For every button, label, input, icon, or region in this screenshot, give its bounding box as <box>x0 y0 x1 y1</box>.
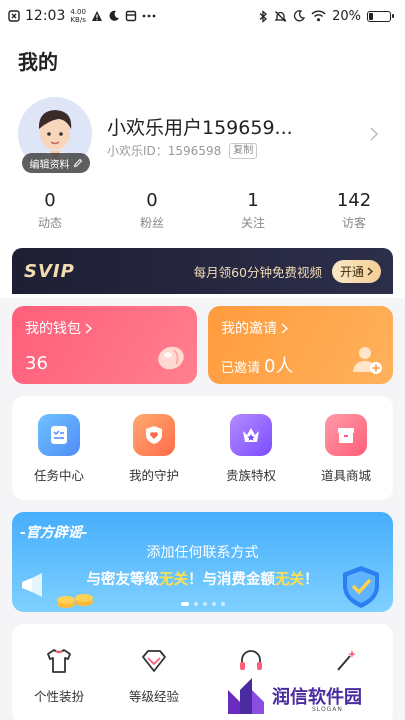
mute-icon <box>274 10 287 23</box>
shield-heart-icon <box>133 414 175 456</box>
svip-logo: SVIP <box>24 260 75 282</box>
watermark: 润信软件园 SLOGAN <box>222 672 392 720</box>
battery-icon <box>367 10 394 22</box>
stat-fans[interactable]: 0 粉丝 <box>112 190 192 231</box>
more-dots-icon <box>142 14 156 18</box>
userid-row: 小欢乐ID：1596598 复制 <box>107 142 258 159</box>
invite-count-row: 已邀请 0人 <box>221 352 293 378</box>
watermark-logo-icon <box>228 678 264 714</box>
svip-promo-text: 每月领60分钟免费视频 <box>193 264 322 280</box>
magic-wand-icon <box>337 650 356 671</box>
diamond-icon <box>142 650 166 672</box>
banner-line-1: 添加任何联系方式 <box>146 545 259 561</box>
wallet-title: 我的钱包 <box>25 321 81 337</box>
service-task-center[interactable]: 任务中心 <box>19 414 99 484</box>
carousel-dots <box>12 602 393 606</box>
service-nobility[interactable]: 贵族特权 <box>211 414 291 484</box>
card-icon <box>125 10 137 22</box>
carousel-dot[interactable] <box>220 602 225 606</box>
tshirt-icon <box>47 649 71 673</box>
invite-card[interactable]: 我的邀请 已邀请 0人 <box>208 306 393 384</box>
task-list-icon <box>38 414 80 456</box>
headset-icon <box>240 650 262 670</box>
service-prop-store[interactable]: 道具商城 <box>306 414 386 484</box>
userid-text: 小欢乐ID：1596598 <box>107 144 222 158</box>
watermark-slogan: SLOGAN <box>312 706 343 713</box>
status-bar: 12:03 4.00 KB/s 20% <box>0 0 405 32</box>
battery-percent: 20% <box>332 8 361 24</box>
svip-open-button[interactable]: 开通 <box>331 259 381 283</box>
coins-icon <box>57 594 93 608</box>
carousel-dot[interactable] <box>180 602 189 606</box>
pencil-icon <box>73 158 83 168</box>
stat-posts[interactable]: 0 动态 <box>10 190 90 231</box>
moon-icon <box>108 10 120 22</box>
service-my-guard[interactable]: 我的守护 <box>114 414 194 484</box>
tool-level[interactable]: 等级经验 <box>114 648 194 705</box>
status-time: 12:03 <box>25 8 66 24</box>
services-grid: 任务中心 我的守护 贵族特权 道具商城 <box>12 396 393 500</box>
svip-banner[interactable]: SVIP 每月领60分钟免费视频 开通 <box>12 248 393 294</box>
stat-visitors[interactable]: 142 访客 <box>314 190 394 231</box>
moon-icon-right <box>293 10 306 22</box>
banner-tag: -官方辟谣- <box>20 525 88 541</box>
copy-id-button[interactable]: 复制 <box>229 142 258 159</box>
crown-icon <box>230 414 272 456</box>
wifi-icon <box>311 10 326 22</box>
carousel-dot[interactable] <box>193 602 198 606</box>
bean-coin-icon <box>158 346 184 370</box>
official-notice-banner[interactable]: -官方辟谣- 添加任何联系方式 与密友等级无关！与消费金额无关！ <box>12 512 393 612</box>
chevron-right-icon <box>85 322 92 334</box>
wallet-card[interactable]: 我的钱包 36 <box>12 306 197 384</box>
page-title: 我的 <box>18 50 58 74</box>
edit-profile-button[interactable]: 编辑资料 <box>22 153 90 173</box>
invite-title: 我的邀请 <box>221 321 277 337</box>
bluetooth-icon <box>259 9 268 23</box>
stat-following[interactable]: 1 关注 <box>213 190 293 231</box>
notification-icon <box>8 10 20 22</box>
username: 小欢乐用户159659... <box>107 117 293 139</box>
carousel-dot[interactable] <box>211 602 216 606</box>
tool-dress-up[interactable]: 个性装扮 <box>19 648 99 705</box>
chevron-right-icon <box>281 322 288 334</box>
invite-count: 0人 <box>264 356 294 377</box>
wallet-amount: 36 <box>25 353 48 374</box>
carousel-dot[interactable] <box>202 602 207 606</box>
chevron-right-icon[interactable] <box>370 126 379 145</box>
add-friend-icon <box>353 347 382 374</box>
chevron-right-icon <box>367 267 373 276</box>
warning-icon <box>91 10 103 22</box>
stats-row: 0 动态 0 粉丝 1 关注 142 访客 <box>0 190 405 236</box>
network-speed: 4.00 KB/s <box>70 8 86 24</box>
store-box-icon <box>325 414 367 456</box>
banner-line-2: 与密友等级无关！与消费金额无关！ <box>86 572 319 588</box>
